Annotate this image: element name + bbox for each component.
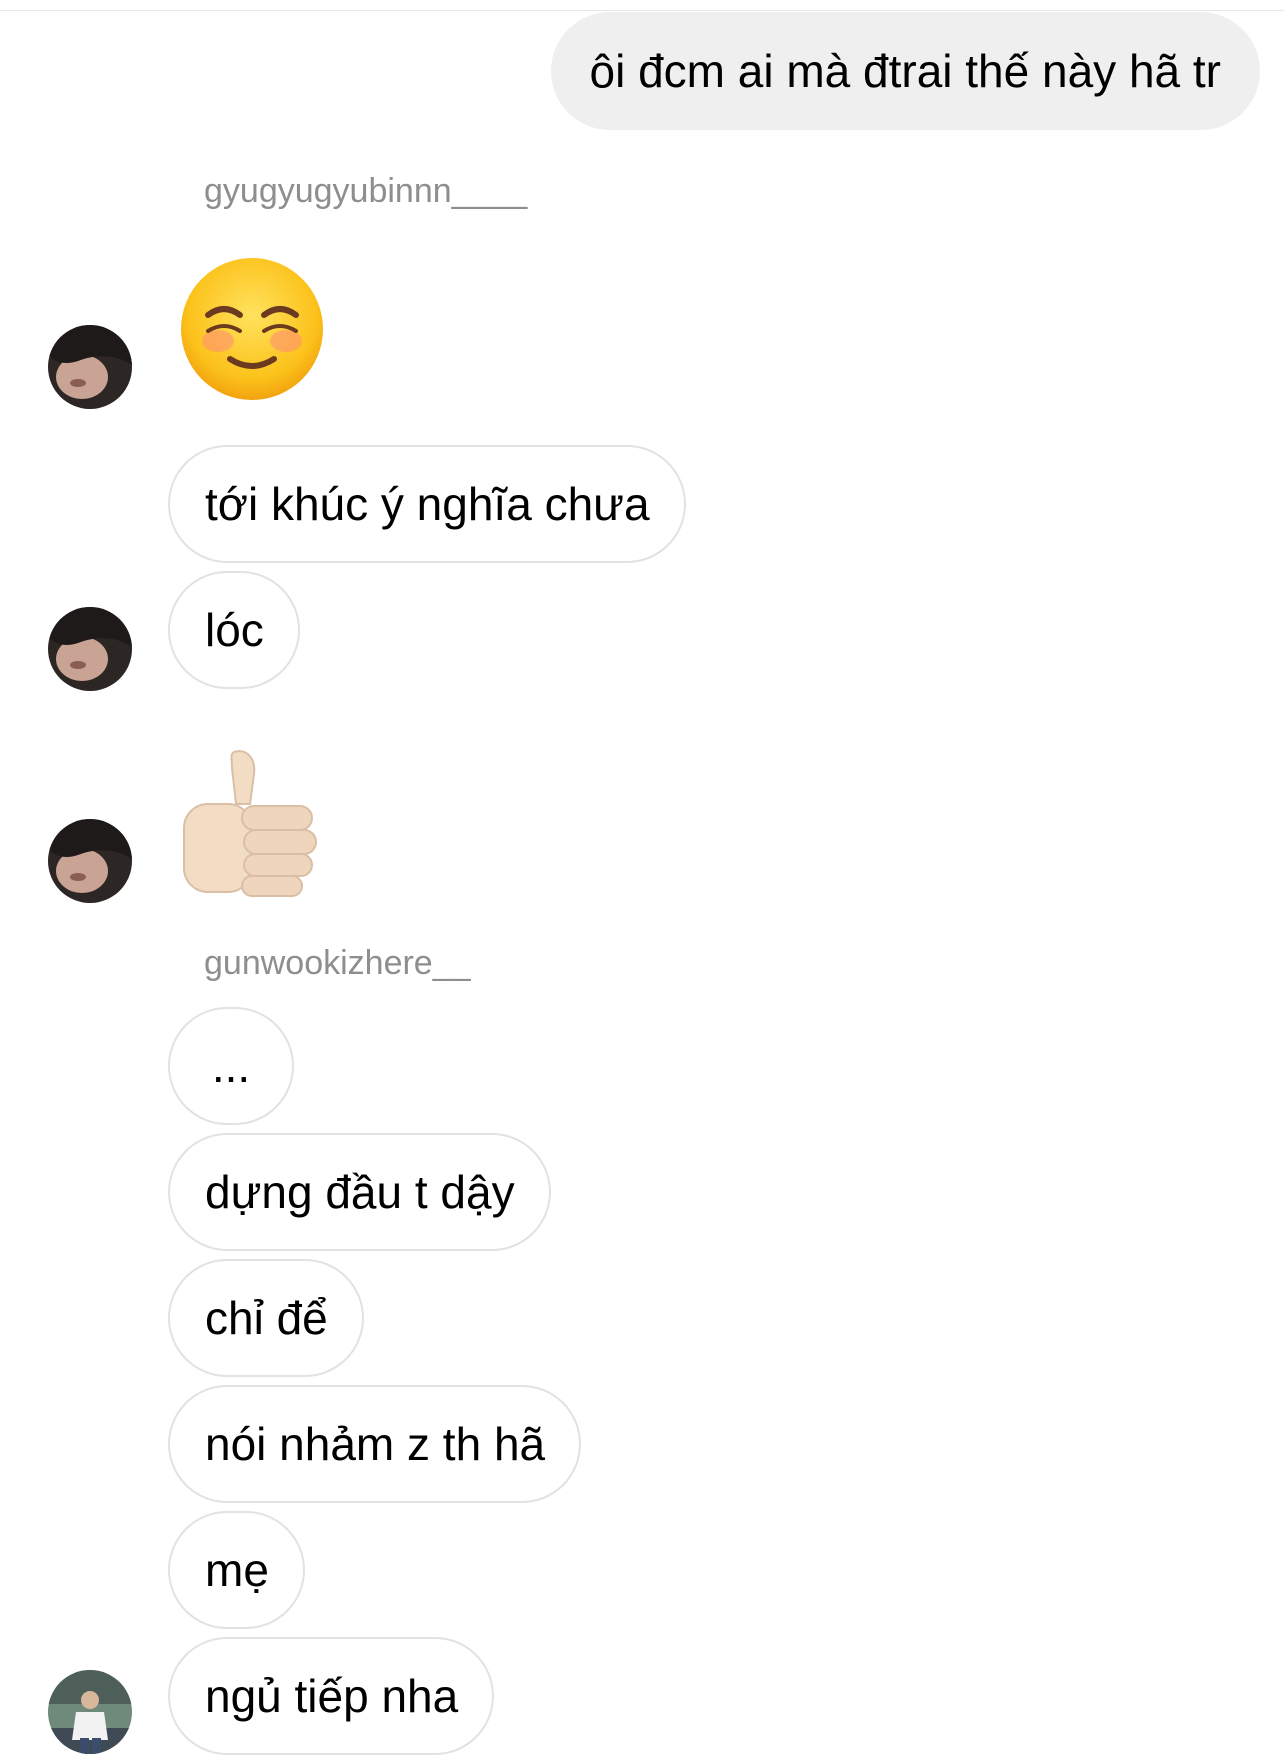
received-message-bubble[interactable]: tới khúc ý nghĩa chưa bbox=[168, 445, 686, 563]
message-text: tới khúc ý nghĩa chưa bbox=[205, 478, 650, 530]
top-divider bbox=[0, 10, 1284, 11]
message-emoji-smiling[interactable] bbox=[178, 255, 326, 408]
avatar[interactable] bbox=[48, 819, 132, 903]
sender-name: gunwookizhere__ bbox=[204, 944, 471, 982]
received-message-bubble[interactable]: dựng đầu t dậy bbox=[168, 1133, 551, 1251]
received-message-bubble[interactable]: nói nhảm z th hã bbox=[168, 1385, 582, 1503]
received-message-bubble[interactable]: ... bbox=[168, 1007, 294, 1125]
message-text: chỉ để bbox=[205, 1292, 328, 1344]
sent-message-bubble[interactable]: ôi đcm ai mà đtrai thế này hã tr bbox=[551, 12, 1260, 130]
message-text: ngủ tiếp nha bbox=[205, 1670, 459, 1722]
received-message-bubble[interactable]: mẹ bbox=[168, 1511, 305, 1629]
received-message-bubble[interactable]: lóc bbox=[168, 571, 300, 689]
sender-name: gyugyugyubinnn____ bbox=[204, 172, 528, 210]
message-text: mẹ bbox=[205, 1544, 269, 1596]
message-emoji-thumbs-up[interactable] bbox=[176, 742, 326, 907]
message-text: ôi đcm ai mà đtrai thế này hã tr bbox=[589, 45, 1221, 97]
received-message-bubble[interactable]: ngủ tiếp nha bbox=[168, 1637, 495, 1755]
message-text: nói nhảm z th hã bbox=[205, 1418, 546, 1470]
message-text: lóc bbox=[205, 604, 264, 656]
message-text: dựng đầu t dậy bbox=[205, 1166, 515, 1218]
avatar[interactable] bbox=[48, 325, 132, 409]
avatar[interactable] bbox=[48, 1670, 132, 1754]
message-text: ... bbox=[211, 1040, 251, 1092]
thumbs-up-icon bbox=[183, 750, 317, 897]
avatar[interactable] bbox=[48, 607, 132, 691]
received-message-bubble[interactable]: chỉ để bbox=[168, 1259, 364, 1377]
smiling-face-icon bbox=[181, 258, 323, 400]
